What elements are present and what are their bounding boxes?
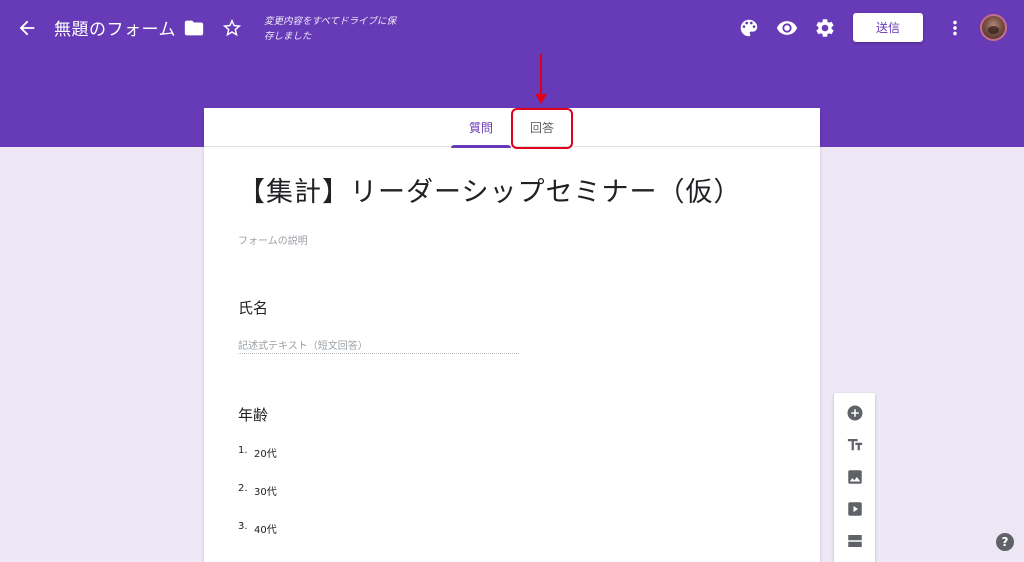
option-label: 40代	[254, 525, 277, 536]
option-number: 1.	[238, 445, 248, 456]
title-text-icon[interactable]	[842, 432, 867, 457]
annotation-arrow	[540, 54, 542, 96]
more-vert-icon[interactable]	[941, 14, 969, 42]
video-icon[interactable]	[842, 496, 867, 521]
tab-bar: 質問 回答	[204, 108, 820, 148]
option-number: 3.	[238, 521, 248, 532]
palette-icon[interactable]	[735, 14, 763, 42]
avatar[interactable]	[980, 14, 1007, 41]
list-item[interactable]: 1. 20代	[238, 445, 277, 460]
star-icon[interactable]	[218, 14, 246, 42]
top-bar: 無題のフォーム 変更内容をすべてドライブに保存しました 送信	[0, 0, 1024, 56]
section-icon[interactable]	[842, 528, 867, 553]
list-item[interactable]: 3. 40代	[238, 521, 277, 536]
form-name[interactable]: 無題のフォーム	[54, 15, 176, 40]
gear-icon[interactable]	[811, 14, 839, 42]
tab-responses[interactable]: 回答	[514, 108, 570, 147]
list-item[interactable]: 2. 30代	[238, 483, 277, 498]
form-description[interactable]: フォームの説明	[238, 232, 308, 247]
option-label: 30代	[254, 487, 277, 498]
question-title-name[interactable]: 氏名	[238, 297, 268, 318]
question-title-age[interactable]: 年齢	[238, 404, 268, 425]
send-button[interactable]: 送信	[853, 13, 923, 42]
add-circle-icon[interactable]	[842, 400, 867, 425]
image-icon[interactable]	[842, 464, 867, 489]
help-button[interactable]: ?	[996, 533, 1014, 551]
option-label: 20代	[254, 449, 277, 460]
annotation-arrow-head	[535, 94, 547, 104]
side-toolbar	[834, 393, 875, 562]
eye-icon[interactable]	[773, 14, 801, 42]
form-title[interactable]: 【集計】リーダーシップセミナー（仮）	[238, 170, 798, 209]
option-number: 2.	[238, 483, 248, 494]
short-answer-placeholder: 記述式テキスト（短文回答）	[238, 337, 519, 354]
tab-questions[interactable]: 質問	[451, 108, 511, 148]
form-card: 質問 回答 【集計】リーダーシップセミナー（仮） フォームの説明 氏名 記述式テ…	[204, 108, 820, 562]
folder-icon[interactable]	[180, 14, 208, 42]
back-arrow-icon[interactable]	[13, 14, 41, 42]
save-status: 変更内容をすべてドライブに保存しました	[264, 16, 396, 42]
